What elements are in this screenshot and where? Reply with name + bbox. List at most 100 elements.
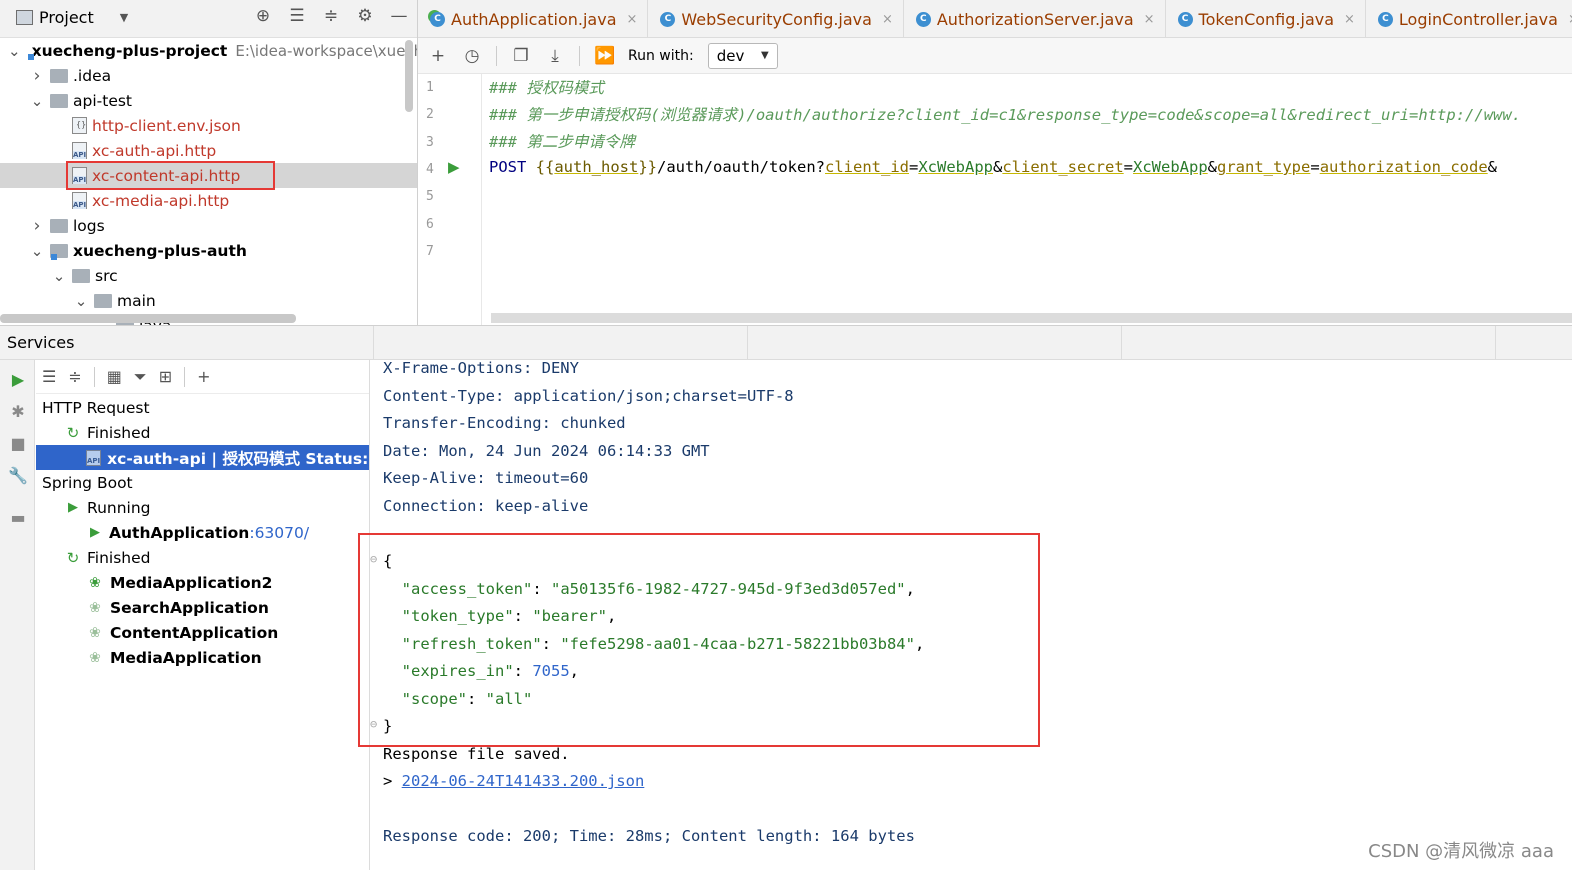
- chevron-icon[interactable]: ⌄: [8, 42, 21, 60]
- spring-boot-icon: ❀: [89, 599, 101, 616]
- service-item[interactable]: ↻ Finished: [36, 545, 369, 570]
- api-file-icon: API: [86, 449, 102, 466]
- history-icon[interactable]: ◷: [462, 46, 482, 66]
- tree-item[interactable]: › logs: [0, 213, 418, 238]
- folder-icon: [50, 68, 68, 83]
- line-number: 4: [426, 161, 434, 177]
- response-file-link[interactable]: 2024-06-24T141433.200.json: [402, 772, 645, 790]
- tree-item[interactable]: ⌄ xuecheng-plus-auth: [0, 238, 418, 263]
- tree-vertical-scrollbar[interactable]: [405, 40, 413, 112]
- close-icon[interactable]: ×: [882, 12, 893, 27]
- chevron-icon[interactable]: ⌄: [52, 267, 66, 285]
- chevron-icon[interactable]: ⌄: [74, 292, 88, 310]
- service-item-label: AuthApplication: [109, 523, 250, 542]
- hide-icon[interactable]: —: [388, 6, 410, 26]
- run-icon[interactable]: ▶: [8, 370, 28, 389]
- tree-item[interactable]: ⌄ main: [0, 288, 418, 313]
- run-request-icon[interactable]: ▶: [448, 158, 460, 176]
- collapse-all-icon[interactable]: ≑: [68, 367, 81, 386]
- spring-boot-icon: ❀: [89, 624, 101, 641]
- editor-tab[interactable]: C AuthorizationServer.java ×: [904, 0, 1166, 37]
- header-column-divider: [747, 326, 748, 360]
- stop-icon[interactable]: ■: [8, 434, 28, 453]
- gear-icon[interactable]: ⚙: [354, 6, 376, 26]
- tree-item[interactable]: http-client.env.json: [0, 113, 418, 138]
- template-brace-open: {{: [535, 158, 555, 176]
- chevron-icon[interactable]: ⌄: [30, 92, 44, 110]
- new-tab-icon[interactable]: ⊞: [159, 367, 172, 386]
- chevron-icon[interactable]: ⌄: [30, 242, 44, 260]
- editor-tab[interactable]: C WebSecurityConfig.java ×: [648, 0, 904, 37]
- chevron-icon[interactable]: ›: [30, 66, 44, 86]
- service-item[interactable]: ▶ Running: [36, 495, 369, 520]
- folder-icon: [50, 93, 68, 108]
- run-all-icon[interactable]: ⏩: [594, 46, 615, 66]
- line-number: 6: [426, 216, 434, 232]
- close-icon[interactable]: ×: [627, 12, 638, 27]
- service-item[interactable]: API xc-auth-api | 授权码模式 Status: 200 (2: [36, 445, 369, 470]
- collapse-all-icon[interactable]: ≑: [320, 6, 342, 26]
- tree-item[interactable]: ⌄ api-test: [0, 88, 418, 113]
- expand-all-icon[interactable]: ☰: [286, 6, 308, 26]
- tree-item[interactable]: xc-media-api.http: [0, 188, 418, 213]
- tree-item-label: xc-media-api.http: [92, 191, 230, 210]
- service-item[interactable]: ❀ MediaApplication: [36, 645, 369, 670]
- response-header-line: Transfer-Encoding: chunked: [383, 414, 626, 433]
- tree-item-label: http-client.env.json: [92, 116, 241, 135]
- copy-icon[interactable]: ❐: [511, 46, 531, 66]
- response-saved-text: Response file saved.: [383, 745, 570, 763]
- service-item[interactable]: Spring Boot: [36, 470, 369, 495]
- project-view-selector[interactable]: Project ▼: [16, 8, 128, 27]
- code-line-2: ### 第一步申请授权码(浏览器请求)/oauth/authorize?clie…: [489, 106, 1522, 124]
- services-title: Services: [7, 333, 75, 352]
- tree-item[interactable]: ⌄ src: [0, 263, 418, 288]
- editor-tab[interactable]: C AuthApplication.java ×: [418, 0, 649, 37]
- close-icon[interactable]: ×: [1144, 12, 1155, 27]
- tree-item[interactable]: ⌄ xuecheng-plus-project E:\idea-workspace\…: [0, 38, 418, 63]
- close-icon[interactable]: ×: [1568, 12, 1572, 27]
- tree-horizontal-scrollbar[interactable]: [0, 314, 296, 323]
- editor-horizontal-scrollbar[interactable]: [491, 313, 1572, 323]
- class-icon: C: [915, 11, 931, 27]
- editor-gutter: ▶ 1 2 3 4 5 6 7: [418, 74, 482, 326]
- service-item[interactable]: ❀ SearchApplication: [36, 595, 369, 620]
- code-editor[interactable]: ### 授权码模式 ### 第一步申请授权码(浏览器请求)/oauth/auth…: [489, 74, 1572, 314]
- service-item[interactable]: HTTP Request: [36, 395, 369, 420]
- query-amp: &: [1487, 158, 1498, 176]
- tree-item-label: xuecheng-plus-auth: [73, 241, 247, 260]
- folder-icon: [94, 293, 112, 308]
- code-line-4: POST {{auth_host}}/auth/oauth/token?clie…: [489, 158, 1497, 185]
- toolbar-separator: [93, 366, 95, 387]
- query-amp: &: [1207, 158, 1218, 176]
- add-request-icon[interactable]: +: [428, 46, 448, 66]
- play-icon: ▶: [68, 500, 78, 515]
- add-service-icon[interactable]: +: [197, 367, 210, 386]
- services-tree: HTTP Request ↻ Finished API xc-auth-api | 授权…: [36, 394, 369, 870]
- service-item[interactable]: ▶ AuthApplication:63070/: [36, 520, 369, 545]
- service-item[interactable]: ❀ ContentApplication: [36, 620, 369, 645]
- filter-icon[interactable]: ⏷: [134, 367, 147, 387]
- service-port-link[interactable]: :63070/: [249, 524, 309, 542]
- editor-tab[interactable]: C LoginController.java ×: [1366, 0, 1572, 37]
- locate-icon[interactable]: ⊕: [252, 6, 274, 26]
- service-item[interactable]: ❀ MediaApplication2: [36, 570, 369, 595]
- service-item[interactable]: ↻ Finished: [36, 420, 369, 445]
- layout-icon[interactable]: ▬: [8, 508, 28, 527]
- import-icon[interactable]: ⤓: [545, 46, 565, 66]
- response-header-line: Keep-Alive: timeout=60: [383, 469, 589, 488]
- group-by-icon[interactable]: ▦: [107, 367, 122, 386]
- query-key: client_id: [825, 158, 909, 176]
- class-icon: C: [1177, 11, 1193, 27]
- template-variable[interactable]: auth_host: [554, 158, 638, 176]
- tree-item[interactable]: xc-auth-api.http: [0, 138, 418, 163]
- expand-all-icon[interactable]: ☰: [42, 367, 56, 386]
- debug-icon[interactable]: ✱: [8, 402, 28, 421]
- folder-icon: [72, 268, 90, 283]
- chevron-icon[interactable]: ›: [30, 216, 44, 236]
- wrench-icon[interactable]: 🔧: [8, 466, 28, 485]
- tree-item-label: xc-auth-api.http: [92, 141, 217, 160]
- close-icon[interactable]: ×: [1344, 12, 1355, 27]
- environment-select[interactable]: dev ▼: [707, 42, 778, 69]
- editor-tab[interactable]: C TokenConfig.java ×: [1166, 0, 1366, 37]
- tree-item[interactable]: › .idea: [0, 63, 418, 88]
